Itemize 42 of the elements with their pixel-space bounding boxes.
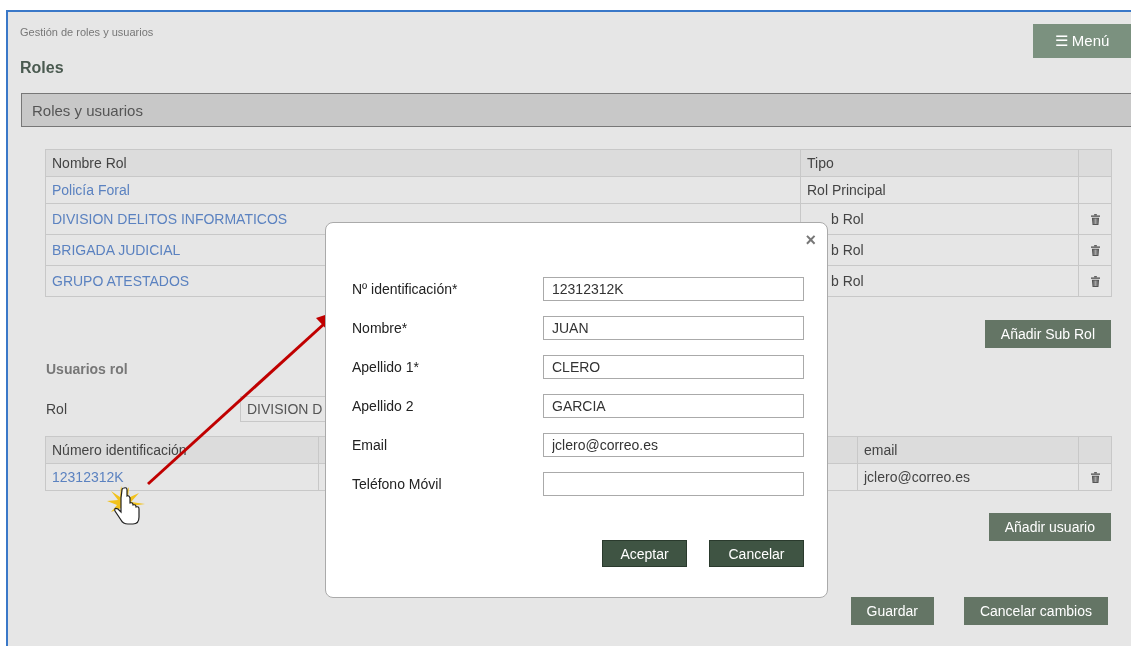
page-title: Roles: [20, 59, 65, 77]
table-cell: b Rol: [831, 211, 864, 227]
column-header: Tipo: [801, 150, 1079, 176]
column-header: Nombre Rol: [46, 150, 801, 176]
input-field[interactable]: JUAN: [543, 316, 804, 340]
section-header: Roles y usuarios: [21, 93, 1131, 127]
role-link[interactable]: DIVISION DELITOS INFORMATICOS: [52, 211, 288, 227]
field-label: Email: [352, 437, 388, 453]
role-link[interactable]: BRIGADA JUDICIAL: [52, 242, 181, 258]
field-label: Nombre*: [352, 320, 409, 336]
breadcrumb: Gestión de roles y usuarios: [20, 26, 154, 38]
field-label: Apellido 1*: [352, 359, 420, 375]
dialog-button[interactable]: Cancelar: [709, 540, 804, 567]
input-field[interactable]: jclero@correo.es: [543, 433, 804, 457]
field-label: Nº identificación*: [352, 281, 459, 297]
input-field[interactable]: [543, 472, 804, 496]
menu-button[interactable]: ☰ Menú: [1033, 24, 1131, 58]
add-subrole-button[interactable]: Añadir Sub Rol: [984, 320, 1111, 348]
section-title: Usuarios rol: [46, 361, 128, 377]
table-cell: b Rol: [831, 273, 864, 289]
user-id-link[interactable]: 12312312K: [52, 469, 124, 485]
dialog-button[interactable]: Aceptar: [602, 540, 687, 567]
table-cell: b Rol: [831, 242, 864, 258]
input-field[interactable]: CLERO: [543, 355, 804, 379]
footer-button[interactable]: Guardar: [850, 597, 934, 625]
table-cell: Rol Principal: [807, 182, 886, 198]
field-label: Rol: [46, 401, 68, 417]
input-field[interactable]: GARCIA: [543, 394, 804, 418]
trash-icon[interactable]: [1090, 275, 1100, 287]
table-cell: jclero@correo.es: [864, 469, 971, 485]
add-user-button[interactable]: Añadir usuario: [988, 513, 1111, 541]
trash-icon[interactable]: [1090, 471, 1100, 483]
column-header: Número identificación: [46, 437, 319, 463]
role-link[interactable]: Policía Foral: [52, 182, 130, 198]
trash-icon[interactable]: [1090, 244, 1100, 256]
close-button[interactable]: ×: [805, 231, 816, 249]
column-header: email: [858, 437, 1079, 463]
role-link[interactable]: GRUPO ATESTADOS: [52, 273, 190, 289]
footer-button[interactable]: Cancelar cambios: [963, 597, 1108, 625]
input-field[interactable]: 12312312K: [543, 277, 804, 301]
field-label: Teléfono Móvil: [352, 476, 443, 492]
trash-icon[interactable]: [1090, 213, 1100, 225]
